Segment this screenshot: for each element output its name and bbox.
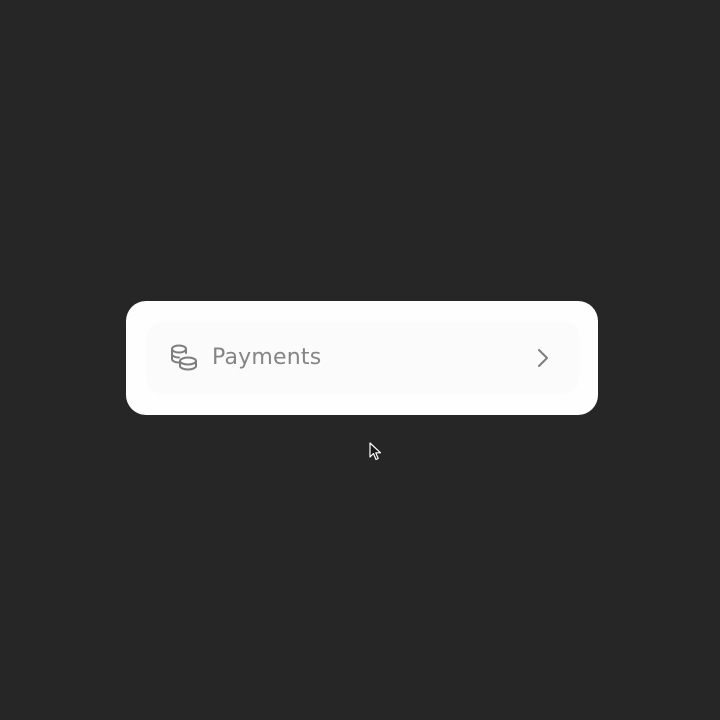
app-canvas: Payments <box>0 0 720 720</box>
payments-menu-item[interactable]: Payments <box>148 323 578 393</box>
payments-label: Payments <box>212 345 322 370</box>
coins-icon <box>168 342 200 374</box>
chevron-right-icon <box>534 347 552 369</box>
menu-card: Payments <box>126 301 598 415</box>
mouse-cursor-icon <box>369 442 383 462</box>
